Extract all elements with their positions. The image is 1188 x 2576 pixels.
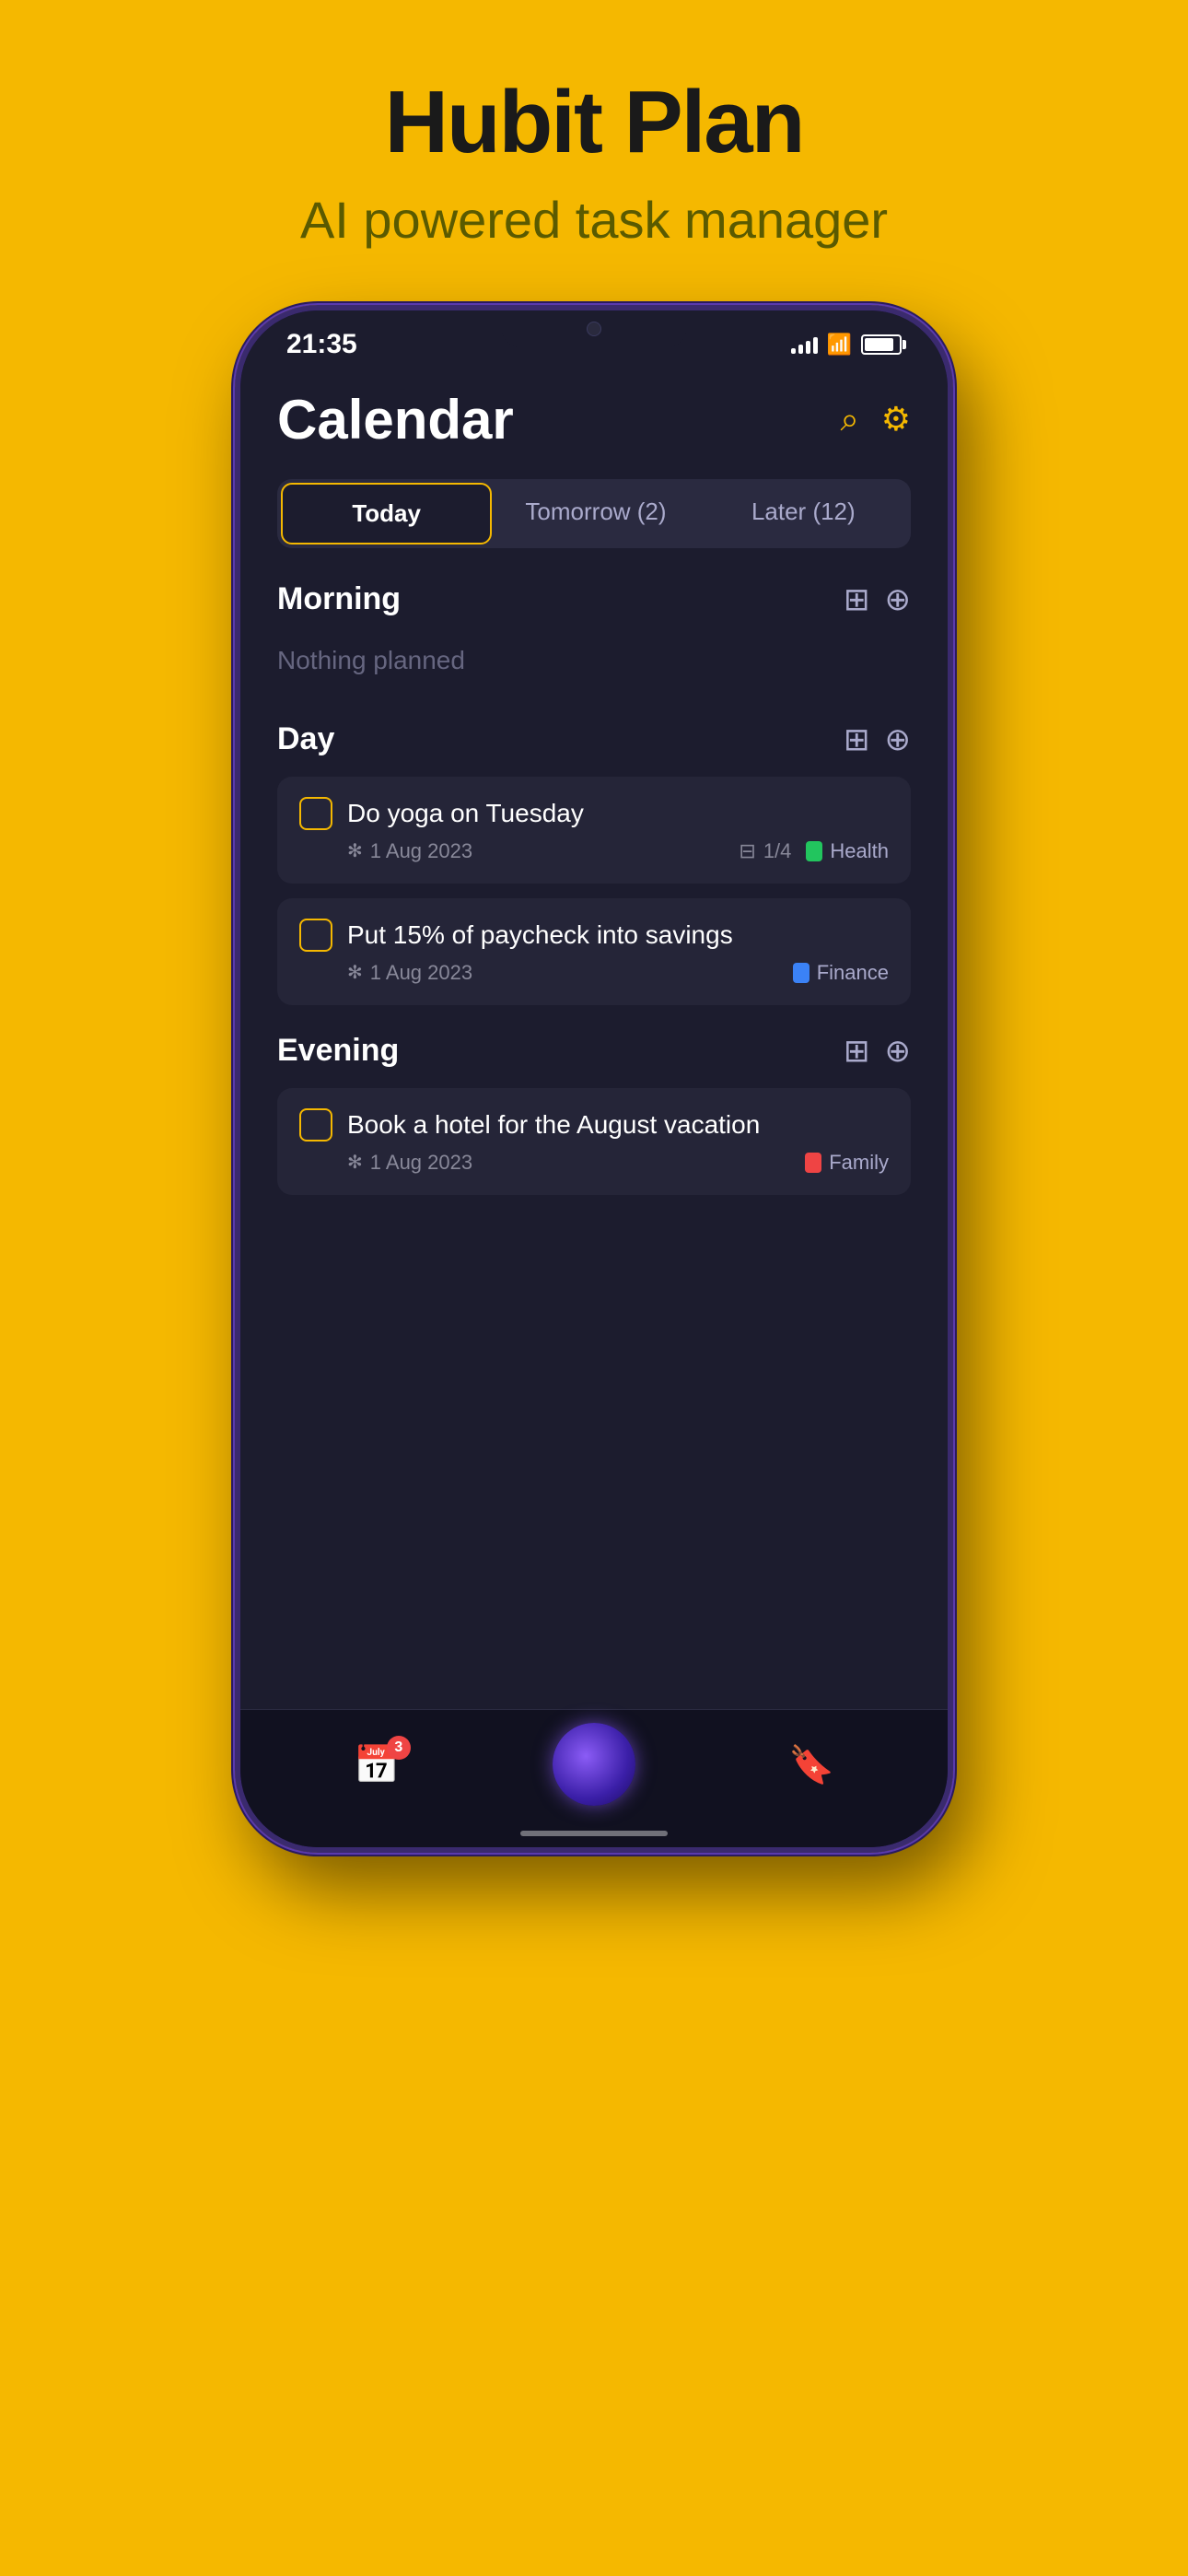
task-savings-name: Put 15% of paycheck into savings <box>347 920 889 950</box>
task-yoga-right: ⊟ 1/4 Health <box>739 839 889 863</box>
morning-section: Morning ⊞ ⊕ Nothing planned <box>277 581 911 694</box>
add-evening-icon[interactable]: ⊕ <box>885 1033 912 1070</box>
tab-bar: Today Tomorrow (2) Later (12) <box>277 479 911 548</box>
status-icons: 📶 <box>791 333 902 357</box>
app-title: Hubit Plan <box>300 74 888 171</box>
day-title: Day <box>277 721 334 757</box>
task-hotel-top: Book a hotel for the August vacation <box>299 1108 889 1142</box>
morning-nothing-planned: Nothing planned <box>277 637 911 694</box>
add-morning-icon[interactable]: ⊕ <box>885 581 912 618</box>
nav-calendar[interactable]: 3 📅 <box>354 1743 400 1786</box>
tab-today[interactable]: Today <box>281 483 492 544</box>
app-content: Calendar ⌕ ⚙ Today Tomorrow (2) Later (1… <box>240 369 948 1736</box>
morning-actions: ⊞ ⊕ <box>844 581 911 618</box>
task-savings-meta: ✻ 1 Aug 2023 Finance <box>299 961 889 985</box>
task-yoga-meta: ✻ 1 Aug 2023 ⊟ 1/4 Health <box>299 839 889 863</box>
task-savings-top: Put 15% of paycheck into savings <box>299 919 889 952</box>
phone-frame: 21:35 📶 Calendar ⌕ <box>235 305 953 1853</box>
sun-icon-2: ✻ <box>347 961 363 984</box>
app-subtitle: AI powered task manager <box>300 190 888 250</box>
signal-icon <box>791 335 818 354</box>
bookmark-icon: 🔖 <box>788 1743 834 1786</box>
dice-day-icon[interactable]: ⊞ <box>844 721 870 758</box>
wifi-icon: 📶 <box>827 333 852 357</box>
battery-icon <box>861 334 902 355</box>
task-yoga-tag: Health <box>806 839 889 863</box>
page-header: Hubit Plan AI powered task manager <box>300 74 888 250</box>
task-hotel-date: ✻ 1 Aug 2023 <box>347 1151 472 1175</box>
day-section: Day ⊞ ⊕ Do yoga on Tuesday ✻ <box>277 721 911 1005</box>
morning-title: Morning <box>277 581 401 617</box>
task-savings[interactable]: Put 15% of paycheck into savings ✻ 1 Aug… <box>277 898 911 1005</box>
morning-section-header: Morning ⊞ ⊕ <box>277 581 911 618</box>
sun-icon-3: ✻ <box>347 1151 363 1174</box>
gear-icon[interactable]: ⚙ <box>881 400 911 439</box>
evening-section: Evening ⊞ ⊕ Book a hotel for the August … <box>277 1033 911 1195</box>
left-side-buttons <box>235 495 237 845</box>
task-savings-tag: Finance <box>793 961 889 985</box>
evening-title: Evening <box>277 1033 399 1069</box>
search-icon[interactable]: ⌕ <box>841 400 859 439</box>
task-yoga-top: Do yoga on Tuesday <box>299 797 889 830</box>
task-hotel-meta: ✻ 1 Aug 2023 Family <box>299 1151 889 1175</box>
task-yoga-date: ✻ 1 Aug 2023 <box>347 839 472 863</box>
evening-section-header: Evening ⊞ ⊕ <box>277 1033 911 1070</box>
task-hotel-tag: Family <box>805 1151 889 1175</box>
task-hotel-name: Book a hotel for the August vacation <box>347 1110 889 1140</box>
header-icons: ⌕ ⚙ <box>841 400 911 439</box>
phone-screen: 21:35 📶 Calendar ⌕ <box>240 310 948 1847</box>
notch <box>502 310 686 347</box>
power-button <box>235 495 237 568</box>
calendar-badge: 3 <box>387 1736 411 1760</box>
status-time: 21:35 <box>286 329 357 360</box>
app-header: Calendar ⌕ ⚙ <box>277 388 911 451</box>
nav-bookmark[interactable]: 🔖 <box>788 1743 834 1786</box>
front-camera <box>587 322 601 336</box>
add-day-icon[interactable]: ⊕ <box>885 721 912 758</box>
ai-assistant-button[interactable] <box>553 1723 635 1806</box>
bottom-nav: 3 📅 🔖 <box>240 1709 948 1847</box>
task-savings-checkbox[interactable] <box>299 919 332 952</box>
sun-icon: ✻ <box>347 839 363 862</box>
dice-evening-icon[interactable]: ⊞ <box>844 1033 870 1070</box>
task-hotel[interactable]: Book a hotel for the August vacation ✻ 1… <box>277 1088 911 1195</box>
volume-up-button <box>235 587 237 707</box>
home-indicator <box>520 1831 668 1836</box>
task-yoga[interactable]: Do yoga on Tuesday ✻ 1 Aug 2023 ⊟ 1/4 <box>277 777 911 884</box>
dice-icon[interactable]: ⊞ <box>844 581 870 618</box>
evening-actions: ⊞ ⊕ <box>844 1033 911 1070</box>
task-yoga-checkbox[interactable] <box>299 797 332 830</box>
tab-tomorrow[interactable]: Tomorrow (2) <box>492 483 699 544</box>
finance-tag-dot <box>793 963 809 983</box>
task-hotel-checkbox[interactable] <box>299 1108 332 1142</box>
task-savings-right: Finance <box>793 961 889 985</box>
task-yoga-name: Do yoga on Tuesday <box>347 799 889 828</box>
calendar-title: Calendar <box>277 388 514 451</box>
list-icon: ⊟ <box>739 839 755 863</box>
volume-down-button <box>235 725 237 845</box>
task-yoga-progress: ⊟ 1/4 <box>739 839 791 863</box>
day-actions: ⊞ ⊕ <box>844 721 911 758</box>
family-tag-dot <box>805 1153 821 1173</box>
task-hotel-right: Family <box>805 1151 889 1175</box>
task-savings-date: ✻ 1 Aug 2023 <box>347 961 472 985</box>
health-tag-dot <box>806 841 822 861</box>
tab-later[interactable]: Later (12) <box>700 483 907 544</box>
day-section-header: Day ⊞ ⊕ <box>277 721 911 758</box>
